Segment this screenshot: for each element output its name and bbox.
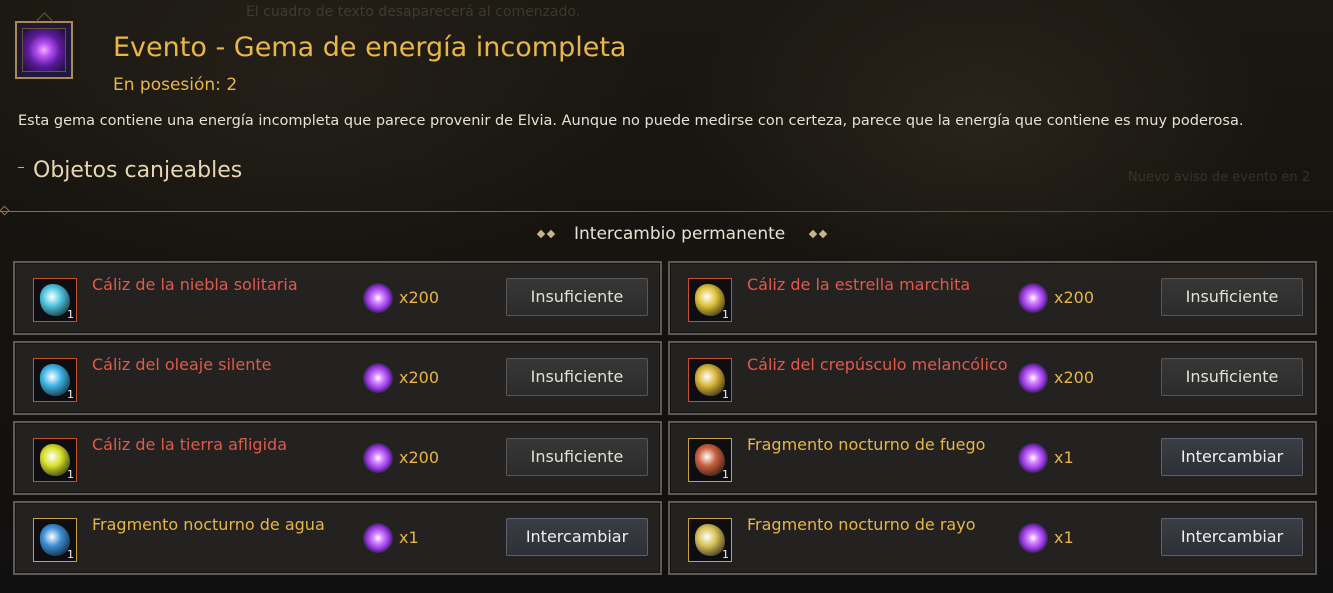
item-icon-image <box>40 444 70 476</box>
item-quantity: 1 <box>67 308 74 321</box>
item-quantity: 1 <box>722 308 729 321</box>
exchange-row: 1 Cáliz de la estrella marchita x200 Insufi… <box>668 261 1317 335</box>
exchange-cost: x1 <box>1054 448 1074 467</box>
insufficient-button[interactable]: Insuficiente <box>506 278 648 316</box>
yellow-crystal-icon[interactable]: 1 <box>688 278 732 322</box>
blue-crystal-icon[interactable]: 1 <box>33 358 77 402</box>
exchange-row: 1 Cáliz de la niebla solitaria x200 Insufic… <box>13 261 662 335</box>
energy-gem-cost-icon <box>363 523 393 553</box>
blue-crystal-icon[interactable]: 1 <box>33 278 77 322</box>
yellow-crystal-icon[interactable]: 1 <box>688 358 732 402</box>
exchange-cost: x200 <box>399 368 440 387</box>
exchange-cost: x200 <box>399 288 440 307</box>
exchange-row: 1 Fragmento nocturno de rayo x1 Intercambia… <box>668 501 1317 575</box>
yellow-green-crystal-icon[interactable]: 1 <box>33 438 77 482</box>
item-name: Fragmento nocturno de fuego <box>747 435 986 454</box>
lightning-fragment-icon[interactable]: 1 <box>688 518 732 562</box>
item-icon-image <box>40 524 70 556</box>
energy-gem-cost-icon <box>363 363 393 393</box>
exchange-row: 1 Cáliz de la tierra afligida x200 Insufici… <box>13 421 662 495</box>
item-name: Fragmento nocturno de agua <box>92 515 325 534</box>
item-title: Evento - Gema de energía incompleta <box>113 32 627 63</box>
background-faded-text: El cuadro de texto desaparecerá al comen… <box>246 4 581 20</box>
exchange-row: 1 Cáliz del oleaje silente x200 Insuficient… <box>13 341 662 415</box>
energy-gem-cost-icon <box>1018 523 1048 553</box>
exchange-cost: x200 <box>1054 288 1095 307</box>
energy-gem-cost-icon <box>1018 363 1048 393</box>
exchange-cost: x1 <box>399 528 419 547</box>
owned-count: En posesión: 2 <box>113 75 238 95</box>
item-icon-image <box>40 284 70 316</box>
item-name: Cáliz de la tierra afligida <box>92 435 287 454</box>
subsection-title: Intercambio permanente <box>574 224 786 244</box>
energy-gem-icon <box>15 21 73 79</box>
energy-gem-cost-icon <box>1018 283 1048 313</box>
exchange-cost: x1 <box>1054 528 1074 547</box>
collapse-toggle-icon[interactable] <box>18 167 24 168</box>
item-quantity: 1 <box>722 468 729 481</box>
insufficient-button[interactable]: Insuficiente <box>1161 358 1303 396</box>
exchange-row: 1 Cáliz del crepúsculo melancólico x200 Ins… <box>668 341 1317 415</box>
energy-gem-cost-icon <box>363 443 393 473</box>
item-icon-image <box>695 444 725 476</box>
energy-gem-cost-icon <box>1018 443 1048 473</box>
item-name: Cáliz del oleaje silente <box>92 355 272 374</box>
item-quantity: 1 <box>67 548 74 561</box>
item-icon-image <box>695 284 725 316</box>
item-icon-image <box>40 364 70 396</box>
water-fragment-icon[interactable]: 1 <box>33 518 77 562</box>
background-faded-text-right: Nuevo aviso de evento en 2 <box>1128 170 1311 185</box>
energy-gem-image <box>22 28 66 72</box>
exchange-button[interactable]: Intercambiar <box>1161 438 1303 476</box>
item-icon-image <box>695 364 725 396</box>
section-divider <box>0 211 1333 212</box>
ornament-right-icon <box>808 229 832 239</box>
exchange-row: 1 Fragmento nocturno de agua x1 Intercambia… <box>13 501 662 575</box>
exchange-cost: x200 <box>1054 368 1095 387</box>
item-name: Cáliz de la niebla solitaria <box>92 275 298 294</box>
exchange-cost: x200 <box>399 448 440 467</box>
exchange-button[interactable]: Intercambiar <box>506 518 648 556</box>
item-description: Esta gema contiene una energía incomplet… <box>18 113 1244 129</box>
item-quantity: 1 <box>722 548 729 561</box>
ornament-left-icon <box>536 229 560 239</box>
fire-fragment-icon[interactable]: 1 <box>688 438 732 482</box>
insufficient-button[interactable]: Insuficiente <box>506 438 648 476</box>
exchange-button[interactable]: Intercambiar <box>1161 518 1303 556</box>
section-title[interactable]: Objetos canjeables <box>33 158 242 183</box>
item-quantity: 1 <box>67 468 74 481</box>
item-name: Cáliz del crepúsculo melancólico <box>747 355 1008 374</box>
item-quantity: 1 <box>67 388 74 401</box>
item-quantity: 1 <box>722 388 729 401</box>
item-icon-image <box>695 524 725 556</box>
energy-gem-cost-icon <box>363 283 393 313</box>
insufficient-button[interactable]: Insuficiente <box>1161 278 1303 316</box>
exchange-row: 1 Fragmento nocturno de fuego x1 Intercambi… <box>668 421 1317 495</box>
item-name: Fragmento nocturno de rayo <box>747 515 976 534</box>
insufficient-button[interactable]: Insuficiente <box>506 358 648 396</box>
item-name: Cáliz de la estrella marchita <box>747 275 971 294</box>
